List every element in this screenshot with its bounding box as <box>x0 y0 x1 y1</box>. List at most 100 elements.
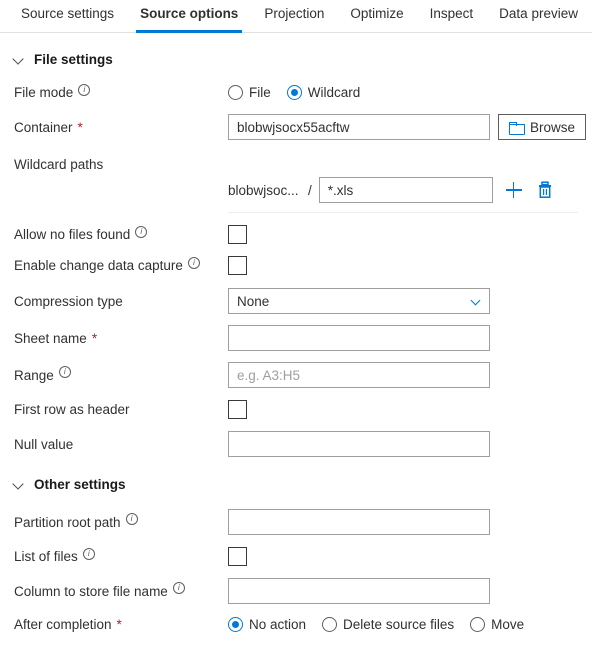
wildcard-path-input[interactable] <box>318 177 493 203</box>
radio-group-file-mode: File Wildcard <box>228 85 360 100</box>
row-first-row-as-header: First row as header <box>0 400 592 419</box>
row-container: Container * Browse <box>0 114 592 140</box>
radio-label-wildcard: Wildcard <box>307 85 361 100</box>
info-icon[interactable]: i <box>135 225 148 238</box>
control-first-row-as-header <box>228 400 247 419</box>
first-row-as-header-checkbox[interactable] <box>228 400 247 419</box>
info-icon[interactable]: i <box>172 582 185 594</box>
section-title-file-settings: File settings <box>34 52 113 67</box>
control-sheet-name <box>228 325 490 351</box>
compression-type-value: None <box>237 293 270 309</box>
section-header-other-settings[interactable]: Other settings <box>0 477 592 492</box>
folder-icon <box>509 121 525 135</box>
add-wildcard-path-icon[interactable] <box>504 180 524 200</box>
control-column-to-store-file-name <box>228 578 490 604</box>
label-text-range: Range <box>14 367 54 383</box>
radio-option-wildcard[interactable]: Wildcard <box>286 85 361 100</box>
control-container: Browse <box>228 114 587 140</box>
allow-no-files-found-checkbox[interactable] <box>228 225 247 244</box>
label-sheet-name: Sheet name * <box>14 331 228 346</box>
row-null-value: Null value <box>0 431 592 457</box>
tab-source-options[interactable]: Source options <box>127 0 251 33</box>
control-null-value <box>228 431 490 457</box>
compression-type-dropdown[interactable]: None <box>228 288 490 314</box>
row-wildcard-paths: Wildcard paths blobwjsoc... / <box>0 155 592 203</box>
browse-button[interactable]: Browse <box>498 114 587 140</box>
label-text-null-value: Null value <box>14 436 74 452</box>
radio-option-file[interactable]: File <box>228 85 271 100</box>
row-file-mode: File mode i File Wildcard <box>0 83 592 100</box>
row-after-completion: After completion * No action Delete sour… <box>0 617 592 632</box>
delete-wildcard-path-icon[interactable] <box>535 180 555 200</box>
chevron-down-icon <box>14 479 25 490</box>
tab-optimize[interactable]: Optimize <box>337 0 416 32</box>
label-first-row-as-header: First row as header <box>14 402 228 417</box>
info-icon[interactable]: i <box>78 83 91 96</box>
control-partition-root-path <box>228 509 490 535</box>
chevron-down-icon <box>14 54 25 65</box>
info-icon[interactable]: i <box>125 513 138 525</box>
wildcard-path-separator: / <box>308 182 312 198</box>
partition-root-path-input[interactable] <box>228 509 490 535</box>
list-of-files-checkbox[interactable] <box>228 547 247 566</box>
sheet-name-input[interactable] <box>228 325 490 351</box>
label-text-first-row-as-header: First row as header <box>14 402 130 417</box>
tab-projection[interactable]: Projection <box>251 0 337 32</box>
range-input[interactable] <box>228 362 490 388</box>
radio-label-file: File <box>249 85 271 100</box>
tab-inspect[interactable]: Inspect <box>417 0 487 32</box>
control-enable-change-data-capture <box>228 256 247 275</box>
column-to-store-file-name-input[interactable] <box>228 578 490 604</box>
tab-data-preview[interactable]: Data preview <box>486 0 591 32</box>
label-text-column-to-store-file-name: Column to store file name <box>14 583 168 599</box>
control-list-of-files <box>228 547 247 566</box>
null-value-input[interactable] <box>228 431 490 457</box>
label-text-after-completion: After completion <box>14 617 112 632</box>
label-text-enable-change-data-capture: Enable change data capture <box>14 258 183 273</box>
radio-option-move[interactable]: Move <box>470 617 524 632</box>
required-asterisk: * <box>116 617 122 632</box>
section-header-file-settings[interactable]: File settings <box>0 52 592 67</box>
control-range <box>228 362 490 388</box>
label-compression-type: Compression type <box>14 294 228 309</box>
radio-label-delete-source-files: Delete source files <box>343 617 455 632</box>
radio-option-no-action[interactable]: No action <box>228 617 306 632</box>
label-after-completion: After completion * <box>14 617 228 632</box>
radio-option-delete-source-files[interactable]: Delete source files <box>322 617 454 632</box>
label-text-list-of-files: List of files <box>14 549 78 564</box>
label-allow-no-files-found: Allow no files found i <box>14 225 228 242</box>
tab-source-settings[interactable]: Source settings <box>8 0 127 32</box>
radio-label-move: Move <box>491 617 525 632</box>
enable-change-data-capture-checkbox[interactable] <box>228 256 247 275</box>
chevron-down-icon <box>472 297 480 305</box>
row-list-of-files: List of files i <box>0 547 592 566</box>
radio-group-after-completion: No action Delete source files Move <box>228 617 524 632</box>
required-asterisk: * <box>91 330 98 346</box>
row-allow-no-files-found: Allow no files found i <box>0 225 592 244</box>
label-container: Container * <box>14 120 228 135</box>
required-asterisk: * <box>77 119 83 135</box>
tab-bar: Source settings Source options Projectio… <box>0 0 592 33</box>
row-enable-change-data-capture: Enable change data capture i <box>0 256 592 275</box>
label-text-file-mode: File mode <box>14 85 74 100</box>
container-input[interactable] <box>228 114 490 140</box>
row-column-to-store-file-name: Column to store file name i <box>0 578 592 604</box>
row-range: Range i <box>0 362 592 388</box>
label-text-compression-type: Compression type <box>14 293 123 309</box>
label-range: Range i <box>14 366 228 383</box>
radio-icon-no-action <box>228 617 243 632</box>
label-text-partition-root-path: Partition root path <box>14 514 121 530</box>
row-partition-root-path: Partition root path i <box>0 509 592 535</box>
info-icon[interactable]: i <box>187 256 200 269</box>
label-file-mode: File mode i <box>14 83 228 100</box>
section-title-other-settings: Other settings <box>34 477 126 492</box>
info-icon[interactable]: i <box>58 366 71 378</box>
label-list-of-files: List of files i <box>14 547 228 564</box>
label-text-wildcard-paths: Wildcard paths <box>14 157 104 172</box>
radio-icon-file <box>228 85 243 100</box>
label-text-allow-no-files-found: Allow no files found <box>14 227 131 242</box>
control-compression-type: None <box>228 288 490 314</box>
radio-icon-wildcard <box>286 85 302 100</box>
info-icon[interactable]: i <box>82 547 95 560</box>
label-text-container: Container <box>14 119 73 135</box>
